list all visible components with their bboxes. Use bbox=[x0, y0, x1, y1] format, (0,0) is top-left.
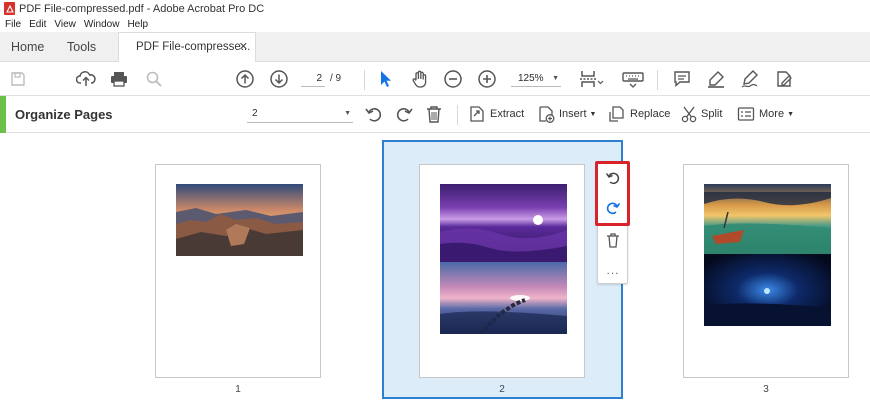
page-hover-toolbar: ... bbox=[595, 161, 630, 284]
chevron-down-icon: ▼ bbox=[344, 110, 351, 117]
scissors-icon bbox=[681, 106, 697, 123]
trash-icon bbox=[607, 233, 619, 248]
page-display-icon[interactable] bbox=[578, 68, 606, 90]
menu-window[interactable]: Window bbox=[84, 19, 120, 30]
rotate-page-right-button[interactable] bbox=[603, 198, 623, 218]
chevron-down-icon: ▼ bbox=[552, 75, 559, 82]
highlight-pen-icon[interactable] bbox=[705, 68, 727, 90]
sign-icon[interactable] bbox=[739, 68, 761, 90]
page-thumbnail-1[interactable] bbox=[155, 164, 321, 378]
title-bar: PDF File-compressed.pdf - Adobe Acrobat … bbox=[0, 0, 870, 17]
split-label: Split bbox=[701, 108, 723, 120]
page-number-input[interactable]: 2 bbox=[301, 71, 325, 87]
previous-page-icon[interactable] bbox=[234, 68, 256, 90]
rotate-page-left-button[interactable] bbox=[603, 168, 623, 188]
rotate-left-icon bbox=[365, 108, 382, 122]
tab-home[interactable]: Home bbox=[11, 32, 44, 62]
split-button[interactable]: Split bbox=[681, 104, 722, 124]
chevron-down-icon: ▼ bbox=[787, 110, 794, 118]
more-list-icon bbox=[737, 107, 755, 121]
page-thumbnail-2[interactable] bbox=[419, 164, 585, 378]
extract-label: Extract bbox=[490, 108, 525, 120]
page-number-label: 1 bbox=[235, 384, 241, 395]
rotate-clockwise-button[interactable] bbox=[394, 104, 418, 124]
extract-button[interactable]: Extract bbox=[468, 104, 524, 124]
organize-pages-toolbar: Organize Pages 2 ▼ Extract Insert ▼ Repl… bbox=[0, 96, 870, 133]
replace-button[interactable]: Replace bbox=[608, 104, 670, 124]
zoom-level-value: 125% bbox=[518, 73, 544, 84]
page-range-value: 2 bbox=[252, 108, 258, 119]
select-cursor-icon[interactable] bbox=[375, 68, 397, 90]
tab-document-label: PDF File-compresse... bbox=[136, 41, 251, 53]
menu-file[interactable]: File bbox=[5, 19, 21, 30]
zoom-in-icon[interactable] bbox=[476, 68, 498, 90]
page-thumbnail-3[interactable] bbox=[683, 164, 849, 378]
more-label: More bbox=[759, 108, 785, 120]
insert-dropdown[interactable]: Insert ▼ bbox=[537, 104, 596, 124]
boat-lake-sunset-image bbox=[704, 184, 831, 326]
more-dropdown[interactable]: More ▼ bbox=[737, 104, 794, 124]
page-range-select[interactable]: 2 ▼ bbox=[247, 107, 353, 123]
page-number-label: 2 bbox=[499, 384, 505, 395]
insert-label: Insert bbox=[559, 108, 587, 120]
page-total: / 9 bbox=[330, 73, 342, 84]
menu-help[interactable]: Help bbox=[127, 19, 148, 30]
more-options-button[interactable]: ... bbox=[603, 260, 623, 280]
fill-sign-icon[interactable] bbox=[773, 68, 795, 90]
rotate-right-icon bbox=[606, 202, 621, 215]
chevron-down-icon: ▼ bbox=[589, 110, 597, 118]
rotate-right-icon bbox=[396, 108, 413, 122]
delete-page-button[interactable] bbox=[603, 230, 623, 250]
extract-icon bbox=[470, 106, 484, 122]
comment-icon[interactable] bbox=[671, 68, 693, 90]
page-number-label: 3 bbox=[763, 384, 769, 395]
hand-tool-icon[interactable] bbox=[409, 68, 431, 90]
rotate-counterclockwise-button[interactable] bbox=[364, 104, 388, 124]
main-toolbar: 2 / 9 125% ▼ bbox=[0, 62, 870, 96]
tool-accent-bar bbox=[0, 96, 6, 133]
search-icon[interactable] bbox=[143, 68, 165, 90]
zoom-level-select[interactable]: 125% ▼ bbox=[511, 71, 561, 87]
canyon-sunset-image bbox=[176, 184, 303, 256]
replace-icon bbox=[609, 106, 624, 122]
cloud-upload-icon[interactable] bbox=[75, 68, 97, 90]
menu-view[interactable]: View bbox=[54, 19, 76, 30]
rotate-left-icon bbox=[605, 172, 620, 185]
menu-edit[interactable]: Edit bbox=[29, 19, 46, 30]
trash-icon bbox=[427, 106, 441, 123]
toolbar-divider bbox=[657, 70, 658, 90]
tool-title: Organize Pages bbox=[15, 107, 113, 122]
delete-pages-button[interactable] bbox=[425, 104, 447, 124]
keyboard-icon[interactable] bbox=[620, 68, 646, 90]
next-page-icon[interactable] bbox=[268, 68, 290, 90]
tab-tools[interactable]: Tools bbox=[67, 32, 96, 62]
print-icon[interactable] bbox=[108, 68, 130, 90]
window-title: PDF File-compressed.pdf - Adobe Acrobat … bbox=[19, 2, 265, 15]
close-tab-icon[interactable]: ✕ bbox=[239, 33, 248, 62]
purple-sea-sunset-image bbox=[440, 184, 567, 334]
replace-label: Replace bbox=[630, 108, 671, 120]
insert-page-icon bbox=[539, 106, 555, 123]
tab-document[interactable]: PDF File-compresse... ✕ bbox=[118, 32, 256, 63]
save-icon[interactable] bbox=[7, 68, 29, 90]
zoom-out-icon[interactable] bbox=[442, 68, 464, 90]
toolbar-divider bbox=[364, 70, 365, 90]
acrobat-app-icon bbox=[4, 2, 15, 15]
toolbar-divider bbox=[457, 105, 458, 125]
tab-bar: Home Tools PDF File-compresse... ✕ bbox=[0, 32, 870, 63]
menu-bar: File Edit View Window Help bbox=[0, 17, 870, 32]
